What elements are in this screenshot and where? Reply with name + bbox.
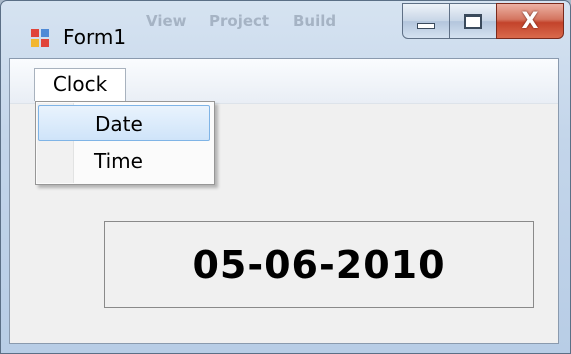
maximize-icon	[464, 13, 482, 29]
menu-clock[interactable]: Clock	[34, 68, 126, 101]
window-controls: X	[402, 3, 564, 39]
title-bar[interactable]: Form1 View Project Build X	[1, 1, 570, 57]
window-title: Form1	[63, 25, 127, 49]
minimize-button[interactable]	[402, 3, 450, 39]
minimize-icon	[417, 23, 435, 29]
clock-dropdown: Date Time	[35, 101, 215, 185]
date-display-label: 05-06-2010	[192, 242, 446, 287]
menu-item-date[interactable]: Date	[38, 105, 210, 141]
menu-item-time-label: Time	[94, 149, 143, 173]
ghost-menu-build: Build	[293, 12, 337, 30]
form-icon	[31, 29, 49, 47]
close-icon: X	[521, 8, 539, 34]
menu-item-time[interactable]: Time	[38, 143, 210, 179]
maximize-button[interactable]	[449, 3, 497, 39]
date-display-panel: 05-06-2010	[104, 221, 534, 308]
ghost-menu-view: View	[146, 12, 187, 30]
menu-strip: Clock	[10, 59, 558, 104]
form-client-area: Clock Date Time 05-06-2010	[9, 58, 559, 344]
menu-item-date-label: Date	[95, 112, 143, 136]
close-button[interactable]: X	[496, 3, 564, 39]
ghost-menu-project: Project	[209, 12, 270, 30]
app-window: Form1 View Project Build X Clock Date Ti…	[0, 0, 571, 354]
